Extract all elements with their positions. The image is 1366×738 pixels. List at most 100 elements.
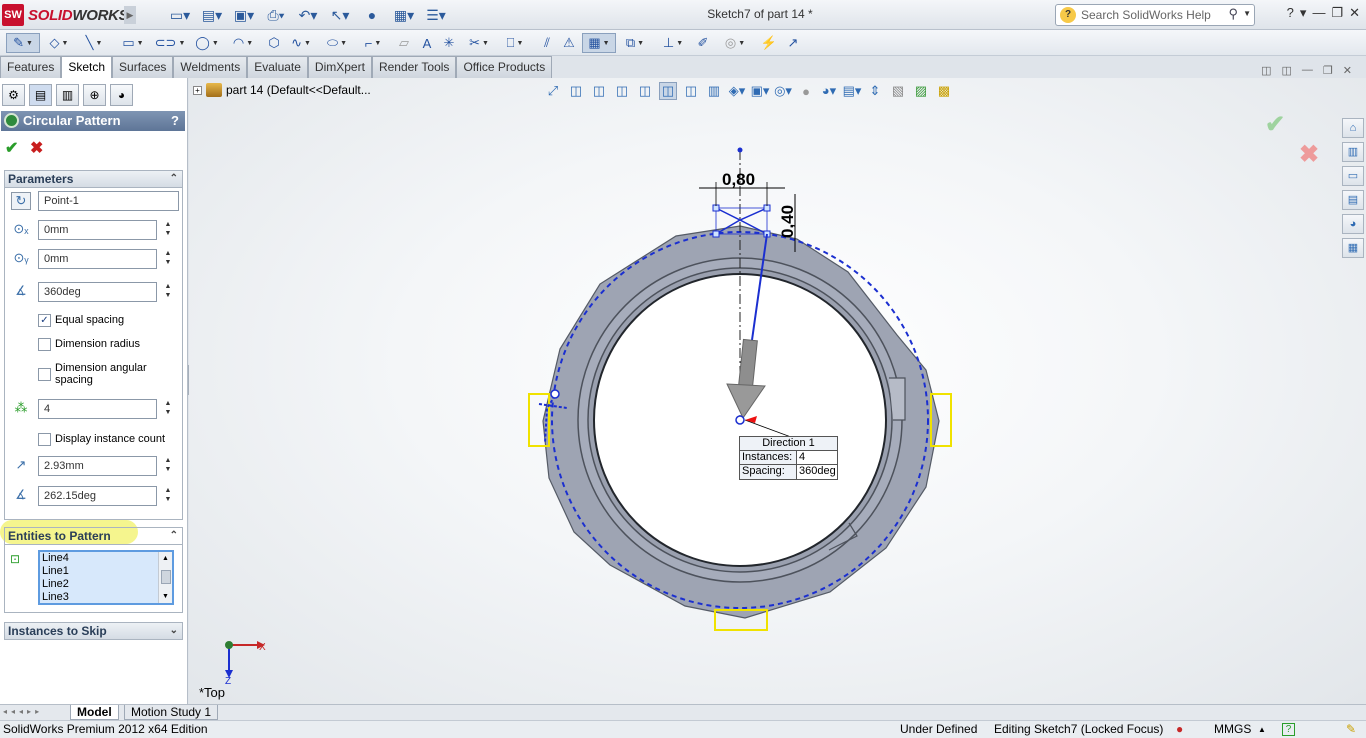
point-icon[interactable]: ✳: [440, 33, 458, 53]
notification-icon[interactable]: ✎: [1346, 721, 1356, 738]
repair-sketch-icon[interactable]: ✐: [694, 33, 712, 53]
graphics-area[interactable]: + part 14 (Default<<Default... ⤢ ◫ ◫ ◫ ◫…: [189, 78, 1366, 704]
instant2d-icon[interactable]: ↗: [784, 33, 802, 53]
status-units[interactable]: MMGS: [1214, 721, 1251, 738]
dimxpert-manager-tab-icon[interactable]: ⊕: [83, 84, 106, 106]
tab-evaluate[interactable]: Evaluate: [247, 56, 308, 78]
open-folder-icon[interactable]: ▤▾: [198, 5, 226, 25]
dimension-angular-spacing-checkbox[interactable]: Dimension angular spacing: [38, 362, 183, 386]
doc-cascade-icon[interactable]: ◫: [1282, 64, 1292, 77]
search-dropdown-icon[interactable]: ▼: [1243, 9, 1251, 18]
feature-manager-tab-icon[interactable]: ⚙: [2, 84, 25, 106]
spline-icon[interactable]: ∿ ▼: [286, 33, 316, 53]
center-point-field[interactable]: Point-1: [38, 191, 179, 211]
tab-motion-study[interactable]: Motion Study 1: [124, 705, 219, 720]
save-icon[interactable]: ▣▾: [230, 5, 258, 25]
pm-help-button[interactable]: ?: [171, 111, 179, 131]
ok-button[interactable]: ✔: [5, 138, 18, 158]
model-viewport[interactable]: 0,80 0,40 X Z: [189, 78, 1339, 704]
callout-instances-value[interactable]: 4: [796, 451, 837, 464]
tab-office-products[interactable]: Office Products: [456, 56, 553, 78]
help-status-icon[interactable]: ?: [1282, 723, 1295, 736]
view-palette-icon[interactable]: ▤: [1342, 190, 1364, 210]
trim-icon[interactable]: ✂ ▼: [464, 33, 494, 53]
entities-listbox[interactable]: Line4 Line1 Line2 Line3 ▲ ▼: [38, 550, 174, 605]
tab-model[interactable]: Model: [70, 705, 119, 720]
scroll-down-icon[interactable]: ▼: [162, 590, 169, 603]
units-dropdown-icon[interactable]: ▲: [1258, 721, 1266, 738]
dimension-radius-checkbox[interactable]: Dimension radius: [38, 338, 183, 351]
rectangle-icon[interactable]: ▭ ▼: [118, 33, 148, 53]
doc-close-icon[interactable]: ✕: [1343, 64, 1352, 77]
help-menu-icon[interactable]: ?: [1287, 5, 1294, 21]
restore-icon[interactable]: ❐: [1331, 5, 1343, 21]
scroll-up-icon[interactable]: ▲: [162, 552, 169, 565]
tab-features[interactable]: Features: [0, 56, 62, 78]
radius-spinner[interactable]: ▲ ▼: [161, 456, 175, 476]
display-manager-tab-icon[interactable]: ◕: [110, 84, 133, 106]
tab-dimxpert[interactable]: DimXpert: [307, 56, 372, 78]
tab-sketch[interactable]: Sketch: [61, 56, 113, 78]
move-entities-icon[interactable]: ⧉ ▼: [620, 33, 650, 53]
center-y-spinner[interactable]: ▲ ▼: [161, 249, 175, 269]
design-library-icon[interactable]: ▥: [1342, 142, 1364, 162]
convert-entities-icon[interactable]: ⎕ ▼: [500, 33, 530, 53]
file-explorer-icon[interactable]: ▭: [1342, 166, 1364, 186]
list-item[interactable]: Line2: [42, 578, 172, 591]
center-y-input[interactable]: 0mm: [38, 249, 157, 269]
callout-spacing-value[interactable]: 360deg: [796, 465, 837, 479]
direction-callout[interactable]: Direction 1 Instances: 4 Spacing: 360deg: [739, 436, 838, 480]
help-dropdown-icon[interactable]: ▾: [1300, 5, 1307, 21]
slot-icon[interactable]: ⊂⊃ ▼: [155, 33, 186, 53]
cancel-button[interactable]: ✖: [30, 138, 43, 158]
center-x-input[interactable]: 0mm: [38, 220, 157, 240]
pattern-center-point[interactable]: [735, 415, 745, 425]
instances-to-skip-header[interactable]: Instances to Skip ⌄: [4, 622, 183, 640]
new-document-icon[interactable]: ▭▾: [166, 5, 194, 25]
list-item[interactable]: Line1: [42, 565, 172, 578]
smart-dimension-icon[interactable]: ◇ ▼: [44, 33, 74, 53]
print-icon[interactable]: ⎙▾: [262, 5, 290, 25]
rapid-sketch-icon[interactable]: ⚡: [760, 33, 778, 53]
mirror-icon[interactable]: ⚠: [560, 33, 578, 53]
list-item[interactable]: Line3: [42, 591, 172, 604]
center-x-spinner[interactable]: ▲ ▼: [161, 220, 175, 240]
file-properties-icon[interactable]: ▦▾: [390, 5, 418, 25]
undo-icon[interactable]: ↶▾: [294, 5, 322, 25]
resources-home-icon[interactable]: ⌂: [1342, 118, 1364, 138]
listbox-scrollbar[interactable]: ▲ ▼: [158, 552, 172, 603]
appearances-icon[interactable]: ◕: [1342, 214, 1364, 234]
tab-scroll-arrows-icon[interactable]: ◂◂◂▸▸: [3, 707, 43, 716]
line-icon[interactable]: ╲ ▼: [82, 33, 106, 53]
polygon-icon[interactable]: ⬡: [264, 33, 284, 53]
text-icon[interactable]: A: [418, 33, 436, 53]
parameters-group-header[interactable]: Parameters ⌃: [4, 170, 183, 188]
list-item[interactable]: Line4: [42, 552, 172, 565]
solidworks-logo[interactable]: SW SOLIDWORKS: [2, 3, 129, 27]
entities-group-header[interactable]: Entities to Pattern ⌃: [4, 527, 183, 545]
arc-angle-spinner[interactable]: ▲ ▼: [161, 486, 175, 506]
rebuild-status-icon[interactable]: ●: [1176, 721, 1183, 738]
tab-surfaces[interactable]: Surfaces: [112, 56, 174, 78]
relations-icon[interactable]: ⊥ ▼: [658, 33, 688, 53]
rebuild-icon[interactable]: ●: [358, 5, 386, 25]
help-search-box[interactable]: ? Search SolidWorks Help ⚲ ▼: [1055, 4, 1255, 26]
angle-spinner[interactable]: ▲ ▼: [161, 282, 175, 302]
reverse-direction-icon[interactable]: ↻: [11, 192, 31, 210]
menu-expand-arrow-icon[interactable]: ▶: [124, 6, 136, 24]
quick-snaps-icon[interactable]: ◎ ▼: [720, 33, 750, 53]
arc-angle-input[interactable]: 262.15deg: [38, 486, 157, 506]
fillet-icon[interactable]: ⌐ ▼: [358, 33, 388, 53]
sketch-tool-icon[interactable]: ✎ ▼: [6, 33, 40, 53]
minimize-icon[interactable]: —: [1312, 5, 1325, 21]
dim-vertical-value[interactable]: 0,40: [778, 205, 797, 238]
search-icon[interactable]: ⚲: [1228, 6, 1238, 22]
instances-input[interactable]: 4: [38, 399, 157, 419]
arc-icon[interactable]: ◠ ▼: [228, 33, 258, 53]
equal-spacing-checkbox[interactable]: ✓ Equal spacing: [38, 314, 183, 327]
doc-minimize-icon[interactable]: —: [1302, 64, 1313, 77]
configuration-manager-tab-icon[interactable]: ▥: [56, 84, 79, 106]
offset-icon[interactable]: ⫽: [538, 33, 556, 53]
ellipse-icon[interactable]: ⬭ ▼: [322, 33, 352, 53]
instances-spinner[interactable]: ▲ ▼: [161, 399, 175, 419]
